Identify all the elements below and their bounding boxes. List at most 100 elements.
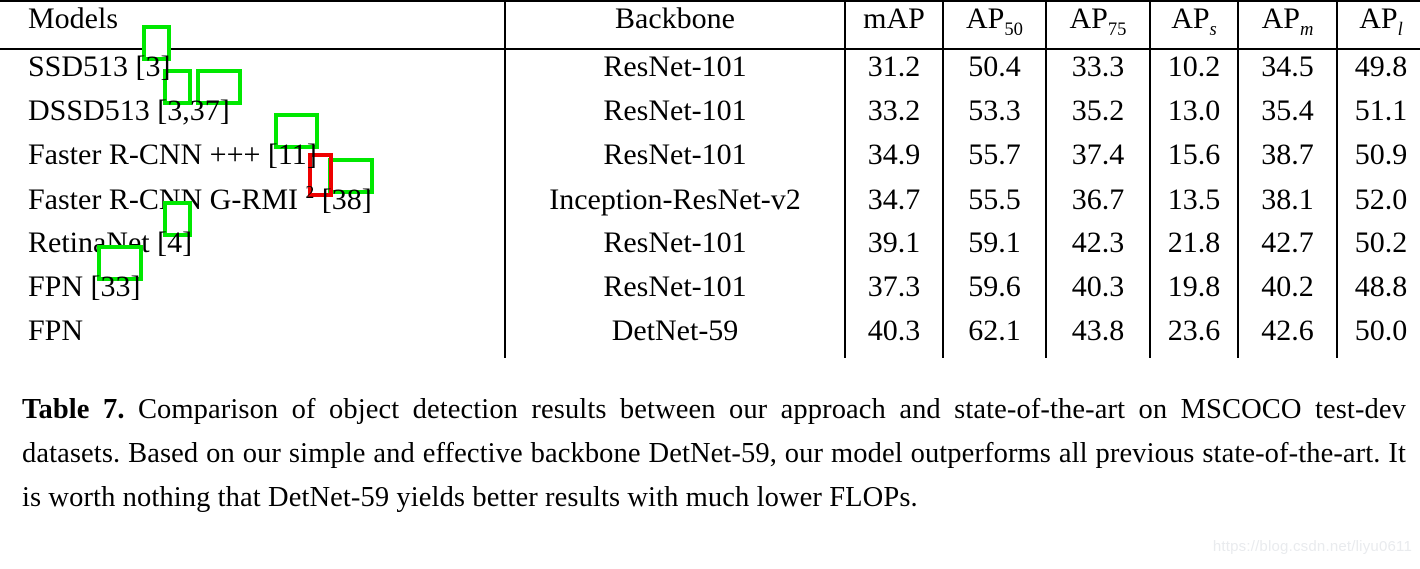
bracket-open: [ [321, 183, 332, 216]
cell-apm: 42.7 [1237, 226, 1337, 270]
model-name: FPN [28, 314, 84, 347]
cell-ap75: 42.3 [1045, 226, 1150, 270]
table-header-row: Models Backbone mAP AP50 AP75 APs APm AP… [0, 0, 1420, 49]
model-name: SSD513 [28, 50, 129, 83]
cell-ap50: 55.5 [942, 182, 1046, 226]
bracket-open: [ [157, 94, 168, 127]
citation-ref: [11] [267, 113, 319, 172]
cell-ap50: 59.6 [942, 270, 1046, 314]
cell-ap75: 36.7 [1045, 182, 1150, 226]
cell-apl: 48.8 [1336, 270, 1420, 314]
cell-map: 37.3 [844, 270, 943, 314]
header-aps-base: AP [1171, 2, 1210, 35]
cell-ap50: 50.4 [942, 48, 1046, 94]
cell-apl: 50.2 [1336, 226, 1420, 270]
bracket-close: ] [130, 270, 141, 303]
header-apl-sub: l [1397, 19, 1403, 40]
table-row: Faster R-CNN +++ [11] ResNet-101 34.9 55… [0, 113, 1420, 182]
cell-model: Faster R-CNN +++ [11] [0, 113, 505, 182]
header-map: mAP [844, 0, 943, 49]
header-ap75: AP75 [1045, 0, 1150, 49]
citation-ref: [3] [136, 25, 171, 84]
cell-ap75: 37.4 [1045, 138, 1150, 182]
cell-apm: 35.4 [1237, 94, 1337, 138]
model-name: DSSD513 [28, 94, 150, 127]
cell-apm: 34.5 [1237, 48, 1337, 94]
citation-ref: [4] [157, 201, 193, 260]
cell-apm: 38.1 [1237, 182, 1337, 226]
bracket-close: ] [361, 183, 372, 216]
bracket-open: [ [90, 270, 101, 303]
citation-ref: [3,37] [157, 69, 243, 128]
cell-apm: 38.7 [1237, 138, 1337, 182]
bracket-open: [ [267, 138, 278, 171]
bracket-close: ] [306, 138, 317, 171]
cell-ap50: 59.1 [942, 226, 1046, 270]
header-apl: APl [1336, 0, 1420, 49]
citation-number: 4 [167, 226, 183, 259]
cell-apl: 50.9 [1336, 138, 1420, 182]
cell-ap75: 33.3 [1045, 48, 1150, 94]
cell-model: SSD513 [3] [0, 25, 505, 94]
cell-apm: 42.6 [1237, 314, 1337, 358]
cell-backbone: ResNet-101 [504, 226, 845, 270]
cell-backbone: ResNet-101 [504, 270, 845, 314]
cell-backbone: ResNet-101 [504, 138, 845, 182]
model-name: Faster R-CNN +++ [28, 138, 261, 171]
citation-number: 37 [189, 94, 220, 127]
cell-ap75: 43.8 [1045, 314, 1150, 358]
cell-backbone: ResNet-101 [504, 48, 845, 94]
header-apl-base: AP [1359, 2, 1398, 35]
header-apm-sub: m [1299, 19, 1314, 40]
cell-apl: 52.0 [1336, 182, 1420, 226]
header-apm-base: AP [1261, 2, 1300, 35]
table-row: FPN DetNet-59 40.3 62.1 43.8 23.6 42.6 5… [0, 314, 1420, 358]
header-apm: APm [1237, 0, 1337, 49]
results-table: Models Backbone mAP AP50 AP75 APs APm AP… [0, 0, 1420, 358]
cell-aps: 15.6 [1149, 138, 1238, 182]
table-row: FPN [33] ResNet-101 37.3 59.6 40.3 19.8 … [0, 245, 1420, 314]
citation-number: 3 [145, 50, 161, 83]
cell-model: DSSD513 [3,37] [0, 69, 505, 138]
header-backbone: Backbone [504, 0, 845, 49]
cell-ap50: 53.3 [942, 94, 1046, 138]
header-ap50-base: AP [966, 2, 1005, 35]
cell-aps: 10.2 [1149, 48, 1238, 94]
cell-ap75: 35.2 [1045, 94, 1150, 138]
cell-map: 39.1 [844, 226, 943, 270]
citation-number: 33 [100, 270, 131, 303]
caption-label: Table 7. [22, 394, 125, 425]
citation-separator: , [182, 94, 190, 127]
table-row: Faster R-CNN G-RMI 2 [38] Inception-ResN… [0, 153, 1420, 226]
cell-model: RetinaNet [4] [0, 201, 505, 270]
header-ap75-base: AP [1069, 2, 1108, 35]
cell-aps: 13.0 [1149, 94, 1238, 138]
cell-model: Faster R-CNN G-RMI 2 [38] [0, 153, 505, 226]
header-ap75-sub: 75 [1107, 19, 1127, 40]
cell-backbone: Inception-ResNet-v2 [504, 182, 845, 226]
bracket-close: ] [182, 226, 193, 259]
cell-backbone: DetNet-59 [504, 314, 845, 358]
header-aps: APs [1149, 0, 1238, 49]
model-name: FPN [28, 270, 84, 303]
citation-ref: [33] [90, 245, 143, 304]
header-aps-sub: s [1209, 19, 1217, 40]
citation-ref: [38] [321, 158, 374, 217]
cell-apl: 50.0 [1336, 314, 1420, 358]
cell-ap50: 55.7 [942, 138, 1046, 182]
cell-map: 33.2 [844, 94, 943, 138]
table-row: RetinaNet [4] ResNet-101 39.1 59.1 42.3 … [0, 201, 1420, 270]
cell-apm: 40.2 [1237, 270, 1337, 314]
cell-model: FPN [0, 314, 505, 358]
header-ap50: AP50 [942, 0, 1046, 49]
citation-number: 11 [277, 138, 307, 171]
bracket-open: [ [157, 226, 168, 259]
cell-aps: 23.6 [1149, 314, 1238, 358]
cell-backbone: ResNet-101 [504, 94, 845, 138]
cell-map: 34.9 [844, 138, 943, 182]
header-models: Models [0, 0, 505, 49]
footnote-ref: 2 [306, 153, 333, 217]
bracket-close: ] [160, 50, 171, 83]
caption-text: Comparison of object detection results b… [22, 394, 1406, 513]
cell-ap75: 40.3 [1045, 270, 1150, 314]
